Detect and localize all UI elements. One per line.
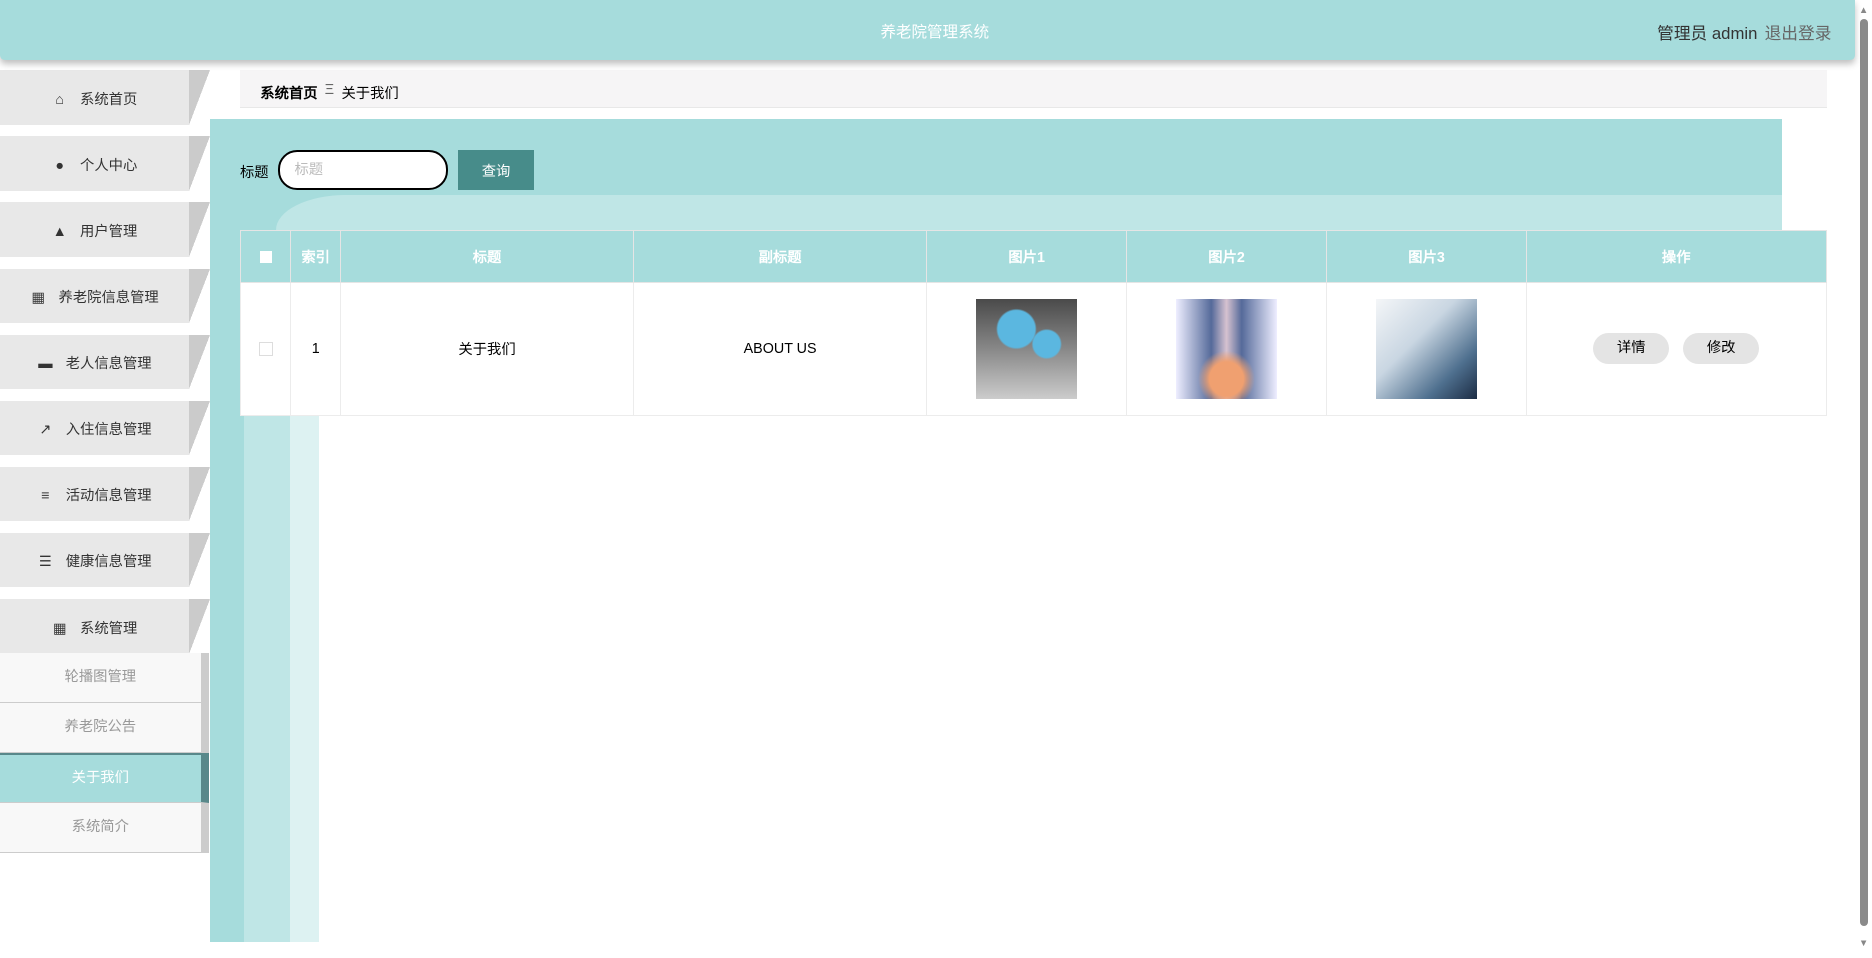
sidebar-item[interactable]: ● 个人中心 xyxy=(0,136,211,192)
menu-decor xyxy=(188,400,211,456)
sidebar-item[interactable]: ☰ 健康信息管理 xyxy=(0,532,211,588)
search-panel xyxy=(210,119,1783,195)
list-icon: ≡ xyxy=(41,488,50,505)
breadcrumb-home[interactable]: 系统首页 xyxy=(260,82,317,103)
menu-decor xyxy=(188,598,211,654)
submenu-item[interactable]: 系统简介 xyxy=(0,803,209,854)
sidebar-item[interactable]: ▦ 养老院信息管理 xyxy=(0,268,211,324)
menu-decor xyxy=(188,466,211,522)
cell-index: 1 xyxy=(290,281,342,417)
sidebar-item[interactable]: ▲ 用户管理 xyxy=(0,202,211,258)
logout-link[interactable]: 退出登录 xyxy=(1765,20,1832,44)
menu-decor xyxy=(188,532,211,588)
scroll-up-icon[interactable]: ▲ xyxy=(1859,5,1868,16)
sidebar-item-label: 系统管理 xyxy=(80,620,138,637)
table-row: 1 关于我们 ABOUT US 详情 修改 xyxy=(239,281,1827,417)
image-1-thumbnail xyxy=(976,298,1077,399)
col-actions: 操作 xyxy=(1525,230,1827,283)
submenu-item[interactable]: 养老院公告 xyxy=(0,703,209,754)
decor-panel xyxy=(210,194,1783,231)
decor-strip xyxy=(210,119,244,942)
breadcrumb: 系统首页 Ξ 关于我们 xyxy=(239,70,1827,109)
sidebar-item[interactable]: ↗ 入住信息管理 xyxy=(0,400,211,456)
sidebar-item-label: 入住信息管理 xyxy=(65,422,152,439)
grid-icon: ▦ xyxy=(52,620,67,637)
chart-icon: ↗ xyxy=(39,422,52,439)
cell-title: 关于我们 xyxy=(340,281,634,417)
submenu-item[interactable]: 关于我们 xyxy=(0,753,209,803)
select-all-checkbox[interactable] xyxy=(239,230,292,283)
indent-icon: ☰ xyxy=(38,554,52,571)
sidebar-item[interactable]: ▦ 系统管理 xyxy=(0,598,211,654)
grid-icon: ▦ xyxy=(31,290,45,307)
top-header: 养老院管理系统 管理员 admin 退出登录 xyxy=(0,0,1856,60)
menu-decor xyxy=(188,70,211,126)
row-checkbox[interactable] xyxy=(258,342,273,356)
sidebar-item-label: 老人信息管理 xyxy=(65,356,152,373)
col-subtitle: 副标题 xyxy=(632,230,928,283)
col-image1: 图片1 xyxy=(926,230,1127,283)
sidebar-item-label: 用户管理 xyxy=(80,224,138,241)
menu-decor xyxy=(188,202,211,258)
sidebar-item-label: 活动信息管理 xyxy=(65,488,152,505)
home-icon: ⌂ xyxy=(55,92,65,109)
sidebar-item-label: 健康信息管理 xyxy=(65,554,152,571)
col-title: 标题 xyxy=(340,230,634,283)
sidebar-item[interactable]: ≡ 活动信息管理 xyxy=(0,466,211,522)
search-button[interactable]: 查询 xyxy=(458,150,534,190)
inbox-icon: ▬ xyxy=(38,356,53,373)
title-search-input[interactable] xyxy=(278,150,448,190)
data-table: 索引 标题 副标题 图片1 图片2 图片3 操作 1 关于我们 ABOUT US… xyxy=(239,230,1827,417)
search-label: 标题 xyxy=(239,165,269,182)
app-title: 养老院管理系统 xyxy=(880,24,990,42)
sidebar-item-label: 养老院信息管理 xyxy=(58,290,159,307)
scrollbar-thumb[interactable] xyxy=(1860,19,1869,927)
edit-button[interactable]: 修改 xyxy=(1682,333,1760,365)
current-user: 管理员 admin xyxy=(1657,24,1758,44)
menu-decor xyxy=(188,268,211,324)
detail-button[interactable]: 详情 xyxy=(1593,333,1670,365)
image-3-thumbnail xyxy=(1376,298,1477,399)
sidebar-item-label: 系统首页 xyxy=(80,92,138,109)
table-header-row: 索引 标题 副标题 图片1 图片2 图片3 操作 xyxy=(239,230,1827,283)
menu-decor xyxy=(188,136,211,192)
breadcrumb-separator-icon: Ξ xyxy=(324,82,335,99)
sidebar-item[interactable]: ⌂ 系统首页 xyxy=(0,70,211,126)
sidebar-item[interactable]: ▬ 老人信息管理 xyxy=(0,334,211,390)
col-image3: 图片3 xyxy=(1326,230,1527,283)
person-icon: ● xyxy=(55,158,65,175)
image-2-thumbnail xyxy=(1176,298,1277,399)
user-icon: ▲ xyxy=(52,224,67,241)
menu-decor xyxy=(188,334,211,390)
cell-subtitle: ABOUT US xyxy=(632,281,928,417)
col-index: 索引 xyxy=(290,230,342,283)
breadcrumb-current: 关于我们 xyxy=(341,86,399,103)
col-image2: 图片2 xyxy=(1125,230,1328,283)
submenu-item[interactable]: 轮播图管理 xyxy=(0,653,209,703)
sidebar-item-label: 个人中心 xyxy=(80,158,138,175)
scroll-down-icon[interactable]: ▼ xyxy=(1859,938,1868,949)
